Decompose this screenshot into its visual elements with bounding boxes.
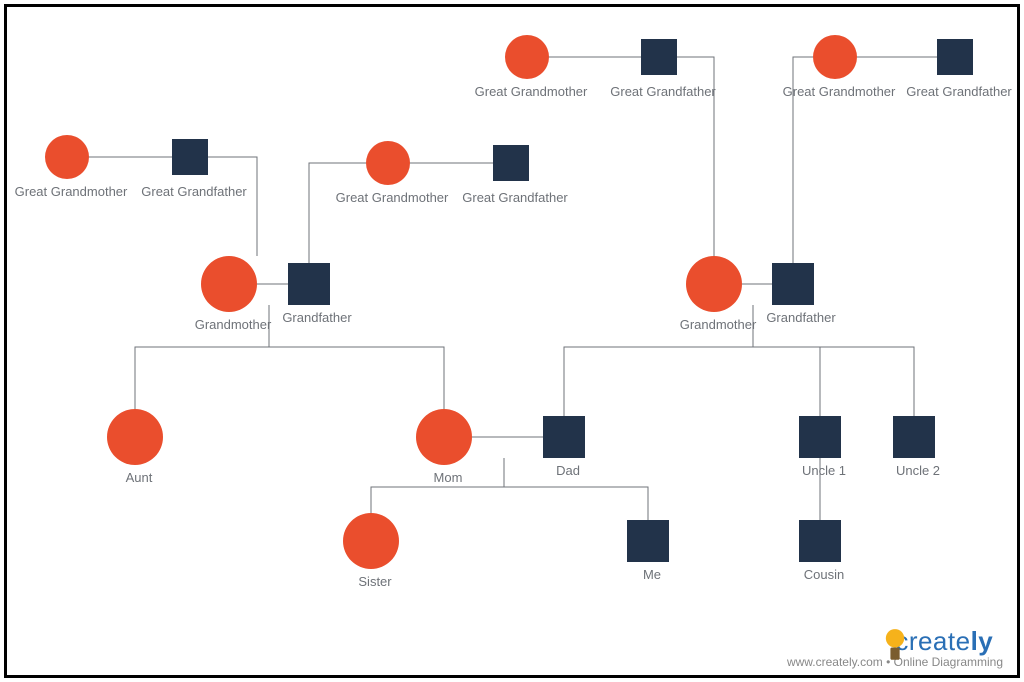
brand-logo: creately	[787, 626, 1003, 657]
label-uncle2: Uncle 2	[896, 463, 940, 478]
label-uncle1: Uncle 1	[802, 463, 846, 478]
label-ggf2: Great Grandfather	[462, 190, 568, 205]
label-cousin: Cousin	[804, 567, 844, 582]
label-mom: Mom	[434, 470, 463, 485]
label-gm2: Grandmother	[680, 317, 757, 332]
label-gm1: Grandmother	[195, 317, 272, 332]
attribution-block: creately www.creately.com • Online Diagr…	[787, 626, 1003, 669]
label-sister: Sister	[358, 574, 391, 589]
label-ggf1: Great Grandfather	[141, 184, 247, 199]
label-dad: Dad	[556, 463, 580, 478]
label-ggm4: Great Grandmother	[783, 84, 896, 99]
label-gf1: Grandfather	[282, 310, 351, 325]
label-gf2: Grandfather	[766, 310, 835, 325]
label-ggf3: Great Grandfather	[610, 84, 716, 99]
label-ggf4: Great Grandfather	[906, 84, 1012, 99]
label-aunt: Aunt	[126, 470, 153, 485]
label-ggm3: Great Grandmother	[475, 84, 588, 99]
genogram-svg	[7, 7, 1017, 675]
diagram-frame: Great Grandmother Great Grandfather Grea…	[4, 4, 1020, 678]
label-ggm1: Great Grandmother	[15, 184, 128, 199]
label-me: Me	[643, 567, 661, 582]
label-ggm2: Great Grandmother	[336, 190, 449, 205]
